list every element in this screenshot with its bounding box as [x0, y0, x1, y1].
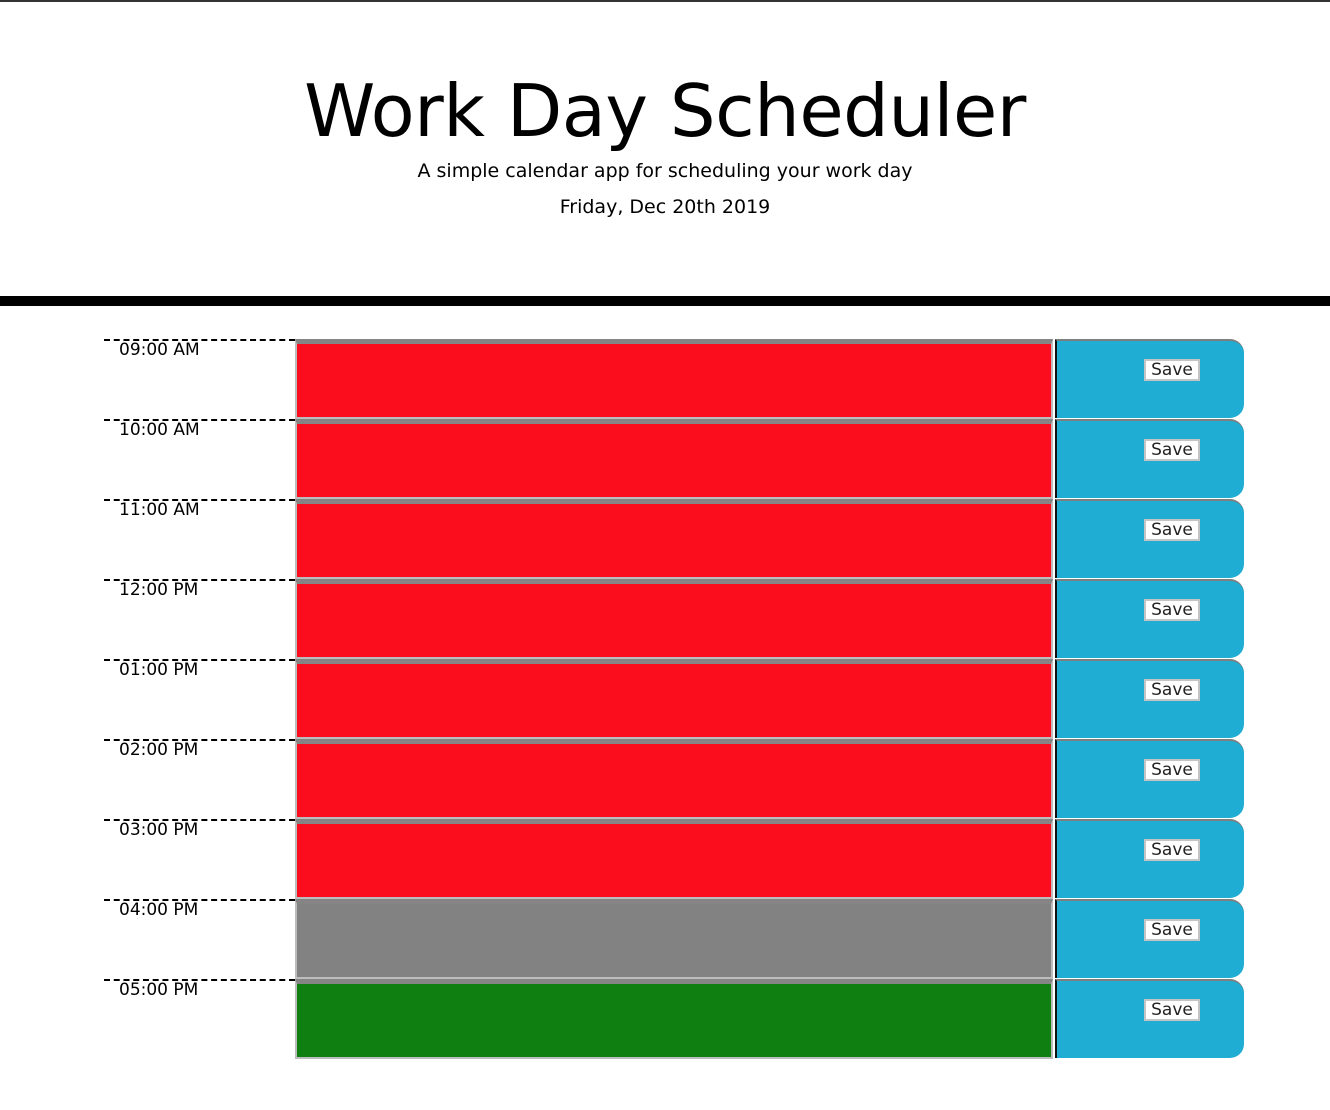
save-block[interactable]: Save — [1055, 499, 1244, 578]
save-block[interactable]: Save — [1055, 419, 1244, 498]
time-block: 02:00 PM Save — [104, 739, 1244, 819]
time-block: 10:00 AM Save — [104, 419, 1244, 499]
save-button[interactable]: Save — [1144, 999, 1200, 1021]
hour-label: 10:00 AM — [104, 419, 295, 499]
save-button[interactable]: Save — [1144, 599, 1200, 621]
event-description-input[interactable] — [295, 739, 1053, 819]
event-description-input[interactable] — [295, 979, 1053, 1059]
hour-label: 05:00 PM — [104, 979, 295, 1059]
save-block[interactable]: Save — [1055, 659, 1244, 738]
page-subtitle: A simple calendar app for scheduling you… — [417, 160, 913, 182]
jumbotron: Work Day Scheduler A simple calendar app… — [0, 0, 1330, 296]
time-block-list: 09:00 AM Save 10:00 AM Save 11:00 AM Save 12:0… — [104, 339, 1244, 1059]
hour-label: 03:00 PM — [104, 819, 295, 899]
save-button[interactable]: Save — [1144, 359, 1200, 381]
time-block: 11:00 AM Save — [104, 499, 1244, 579]
event-description-input[interactable] — [295, 579, 1053, 659]
time-block: 03:00 PM Save — [104, 819, 1244, 899]
save-block[interactable]: Save — [1055, 819, 1244, 898]
save-block[interactable]: Save — [1055, 979, 1244, 1058]
hour-label: 09:00 AM — [104, 339, 295, 419]
save-block[interactable]: Save — [1055, 739, 1244, 818]
event-description-input[interactable] — [295, 819, 1053, 899]
current-day: Friday, Dec 20th 2019 — [559, 196, 771, 218]
save-block[interactable]: Save — [1055, 899, 1244, 978]
page-title: Work Day Scheduler — [304, 69, 1026, 153]
event-description-input[interactable] — [295, 899, 1053, 979]
hour-label: 02:00 PM — [104, 739, 295, 819]
save-button[interactable]: Save — [1144, 439, 1200, 461]
event-description-input[interactable] — [295, 659, 1053, 739]
hour-label: 11:00 AM — [104, 499, 295, 579]
time-block: 05:00 PM Save — [104, 979, 1244, 1059]
save-button[interactable]: Save — [1144, 839, 1200, 861]
event-description-input[interactable] — [295, 339, 1053, 419]
save-button[interactable]: Save — [1144, 919, 1200, 941]
event-description-input[interactable] — [295, 419, 1053, 499]
event-description-input[interactable] — [295, 499, 1053, 579]
hour-label: 04:00 PM — [104, 899, 295, 979]
save-block[interactable]: Save — [1055, 579, 1244, 658]
time-block: 04:00 PM Save — [104, 899, 1244, 979]
save-button[interactable]: Save — [1144, 759, 1200, 781]
save-button[interactable]: Save — [1144, 519, 1200, 541]
hour-label: 01:00 PM — [104, 659, 295, 739]
save-block[interactable]: Save — [1055, 339, 1244, 418]
hour-label: 12:00 PM — [104, 579, 295, 659]
save-button[interactable]: Save — [1144, 679, 1200, 701]
time-block: 01:00 PM Save — [104, 659, 1244, 739]
time-block: 12:00 PM Save — [104, 579, 1244, 659]
header-divider — [0, 296, 1330, 306]
time-block: 09:00 AM Save — [104, 339, 1244, 419]
